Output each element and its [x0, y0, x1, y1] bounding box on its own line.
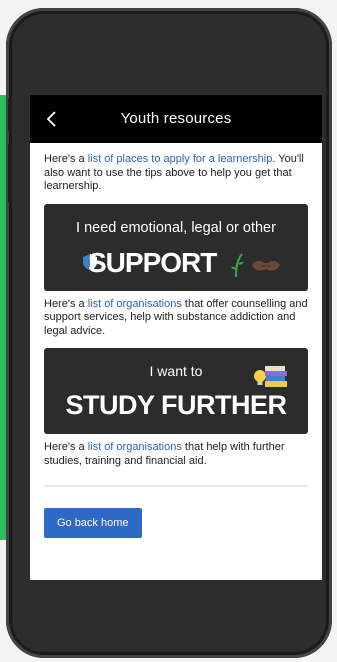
paragraph-text: Here's a [44, 297, 88, 310]
support-organisations-link[interactable]: list of organisations [88, 298, 182, 310]
paragraph-text: Here's a [44, 441, 88, 453]
support-paragraph: Here's a list of organisations that offe… [44, 298, 308, 339]
page-title: Youth resources [120, 110, 232, 127]
support-banner[interactable]: I need emotional, legal or other SUPPORT [44, 203, 308, 291]
study-banner[interactable]: I want to STUDY FURTHER [44, 348, 308, 434]
divider [44, 485, 308, 487]
study-paragraph: Here's a list of organisations that help… [44, 441, 308, 468]
go-back-home-button[interactable]: Go back home [44, 508, 142, 538]
study-banner-title: STUDY FURTHER [65, 390, 287, 420]
study-organisations-link[interactable]: list of organisations [88, 441, 182, 453]
main-content: Here's a list of places to apply for a l… [30, 143, 322, 538]
support-banner-title: SUPPORT [88, 246, 217, 278]
phone-screen: Youth resources Here's a list of places … [30, 95, 322, 580]
books-lightbulb-icon [254, 366, 287, 387]
support-banner-subtitle: I need emotional, legal or other [76, 219, 276, 236]
phone-side-button [8, 143, 12, 203]
app-bar: Youth resources [30, 95, 322, 143]
learnership-paragraph: Here's a list of places to apply for a l… [44, 153, 308, 194]
learnership-link[interactable]: list of places to apply for a learnershi… [88, 153, 273, 165]
phone-side-button [8, 98, 12, 132]
leaf-icon [231, 252, 244, 277]
hands-icon [252, 260, 280, 271]
paragraph-text: Here's a [44, 153, 88, 165]
